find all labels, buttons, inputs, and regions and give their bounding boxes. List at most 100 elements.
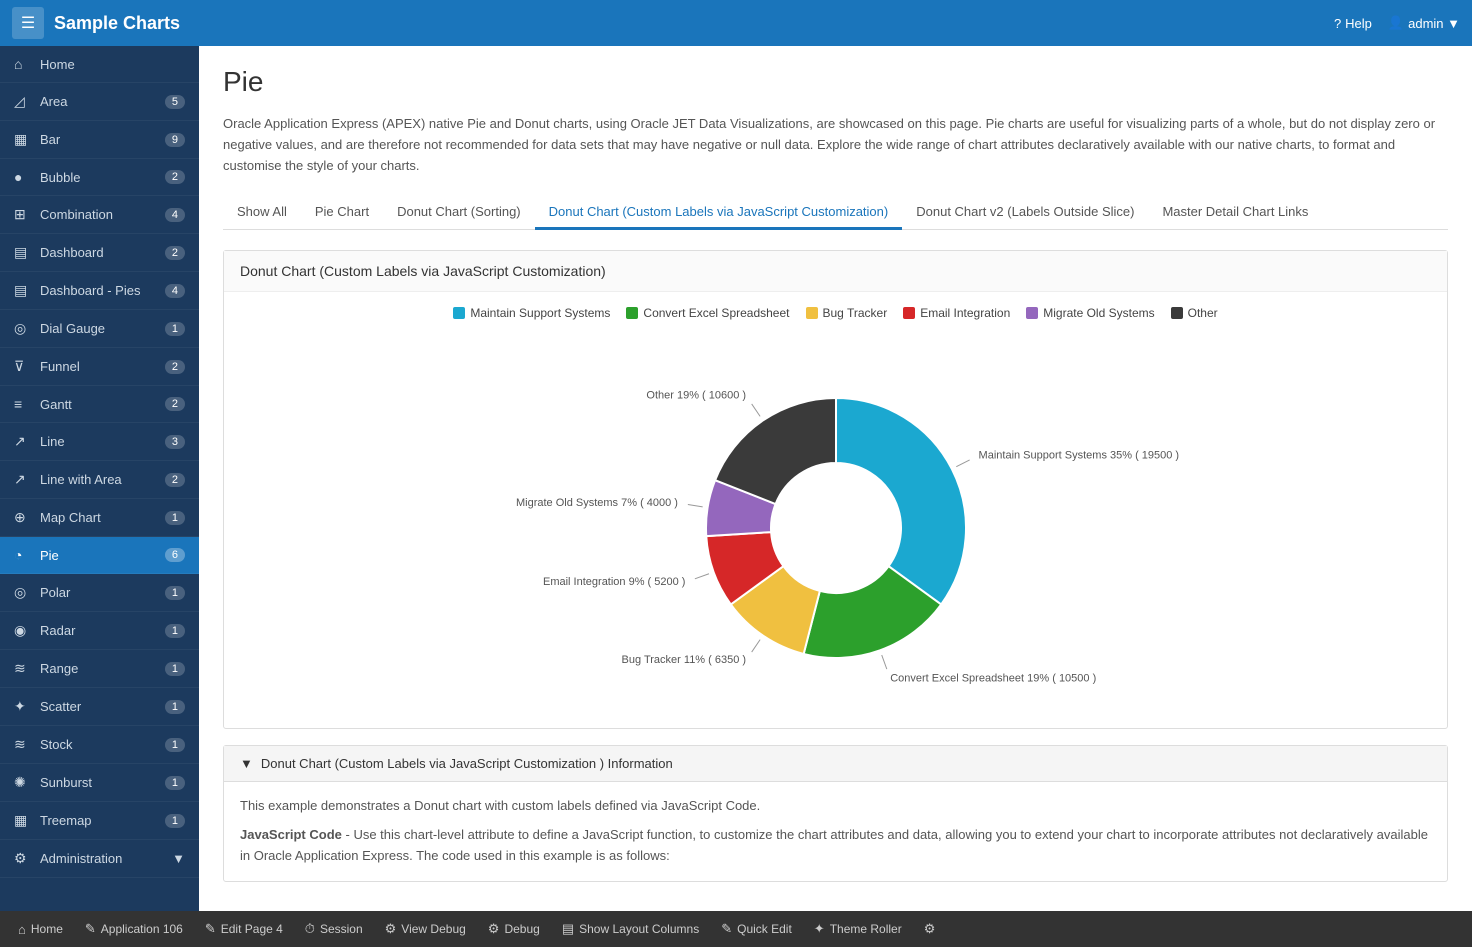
info-section: ▼ Donut Chart (Custom Labels via JavaScr… xyxy=(223,745,1448,881)
legend-swatch xyxy=(806,307,818,319)
help-link[interactable]: ? Help xyxy=(1334,16,1372,31)
sidebar-item-gantt[interactable]: ≡Gantt2 xyxy=(0,386,199,423)
app-title: Sample Charts xyxy=(54,13,1334,34)
edit-page-icon: ✎ xyxy=(205,921,216,937)
home-icon: ⌂ xyxy=(14,56,32,72)
debug-icon: ⚙ xyxy=(488,921,500,937)
tab-show-all[interactable]: Show All xyxy=(223,196,301,230)
line-with-area-icon: ↗ xyxy=(14,471,32,488)
sidebar-badge-area: 5 xyxy=(165,95,185,109)
tab-donut-sorting[interactable]: Donut Chart (Sorting) xyxy=(383,196,535,230)
sidebar-badge-line-with-area: 2 xyxy=(165,473,185,487)
sidebar-badge-treemap: 1 xyxy=(165,814,185,828)
sidebar-badge-dashboard: 2 xyxy=(165,246,185,260)
sidebar-item-dashboard[interactable]: ▤Dashboard2 xyxy=(0,234,199,272)
chart-legend: Maintain Support SystemsConvert Excel Sp… xyxy=(224,292,1447,328)
sidebar-item-sunburst[interactable]: ✺Sunburst1 xyxy=(0,764,199,802)
sidebar-item-dial-gauge[interactable]: ◎Dial Gauge1 xyxy=(0,310,199,348)
sidebar-badge-scatter: 1 xyxy=(165,700,185,714)
sidebar-item-bubble[interactable]: ●Bubble2 xyxy=(0,159,199,196)
sidebar-label-map-chart: Map Chart xyxy=(40,510,165,525)
tab-pie-chart[interactable]: Pie Chart xyxy=(301,196,383,230)
sidebar-label-funnel: Funnel xyxy=(40,359,165,374)
bottom-btn-session[interactable]: ⏱Session xyxy=(295,917,373,941)
info-header[interactable]: ▼ Donut Chart (Custom Labels via JavaScr… xyxy=(224,746,1447,782)
sidebar-item-range[interactable]: ≋Range1 xyxy=(0,650,199,688)
donut-label-0: Maintain Support Systems 35% ( 19500 ) xyxy=(978,450,1179,462)
bottom-btn-settings[interactable]: ⚙ xyxy=(914,917,946,941)
stock-icon: ≋ xyxy=(14,736,32,753)
sidebar-badge-funnel: 2 xyxy=(165,360,185,374)
bottom-btn-application[interactable]: ✎Application 106 xyxy=(75,917,193,941)
legend-item: Convert Excel Spreadsheet xyxy=(626,306,789,320)
bottom-btn-show-layout[interactable]: ▤Show Layout Columns xyxy=(552,917,709,941)
sidebar-item-map-chart[interactable]: ⊕Map Chart1 xyxy=(0,499,199,537)
sidebar-item-combination[interactable]: ⊞Combination4 xyxy=(0,196,199,234)
tab-donut-custom[interactable]: Donut Chart (Custom Labels via JavaScrip… xyxy=(535,196,903,230)
bottom-btn-home[interactable]: ⌂Home xyxy=(8,918,73,941)
sidebar-item-treemap[interactable]: ▦Treemap1 xyxy=(0,802,199,840)
sidebar-badge-combination: 4 xyxy=(165,208,185,222)
menu-button[interactable]: ☰ xyxy=(12,7,44,39)
sidebar-label-administration: Administration xyxy=(40,851,172,866)
map-chart-icon: ⊕ xyxy=(14,509,32,526)
dashboard-icon: ▤ xyxy=(14,244,32,261)
content-area: Pie Oracle Application Express (APEX) na… xyxy=(199,46,1472,911)
donut-slice-0[interactable] xyxy=(836,398,966,604)
donut-chart-svg: Maintain Support Systems 35% ( 19500 )Co… xyxy=(576,348,1096,708)
bottom-btn-view-debug[interactable]: ⚙View Debug xyxy=(375,917,476,941)
sidebar-item-line[interactable]: ↗Line3 xyxy=(0,423,199,461)
header-actions: ? Help 👤 admin ▼ xyxy=(1334,15,1460,31)
sidebar-item-home[interactable]: ⌂ Home xyxy=(0,46,199,83)
donut-label-1: Convert Excel Spreadsheet 19% ( 10500 ) xyxy=(890,673,1096,685)
sidebar-item-line-with-area[interactable]: ↗Line with Area2 xyxy=(0,461,199,499)
sidebar-badge-polar: 1 xyxy=(165,586,185,600)
sidebar-badge-gantt: 2 xyxy=(165,397,185,411)
bottom-btn-quick-edit[interactable]: ✎Quick Edit xyxy=(711,917,802,941)
bottom-btn-debug[interactable]: ⚙Debug xyxy=(478,917,550,941)
sidebar: ⌂Home◿Area5▦Bar9●Bubble2⊞Combination4▤Da… xyxy=(0,46,199,911)
polar-icon: ◎ xyxy=(14,584,32,601)
legend-item: Bug Tracker xyxy=(806,306,888,320)
donut-label-2: Bug Tracker 11% ( 6350 ) xyxy=(621,655,746,667)
sidebar-item-dashboard-pies[interactable]: ▤Dashboard - Pies4 xyxy=(0,272,199,310)
sidebar-label-home: Home xyxy=(40,57,185,72)
sidebar-badge-line: 3 xyxy=(165,435,185,449)
hamburger-icon: ☰ xyxy=(21,13,35,33)
tab-master-detail[interactable]: Master Detail Chart Links xyxy=(1148,196,1322,230)
admin-link[interactable]: 👤 admin ▼ xyxy=(1388,15,1460,31)
sidebar-label-bubble: Bubble xyxy=(40,170,165,185)
sidebar-item-radar[interactable]: ◉Radar1 xyxy=(0,612,199,650)
chart-header: Donut Chart (Custom Labels via JavaScrip… xyxy=(224,251,1447,292)
sidebar-badge-range: 1 xyxy=(165,662,185,676)
bottom-bar: ⌂Home✎Application 106✎Edit Page 4⏱Sessio… xyxy=(0,911,1472,947)
settings-icon: ⚙ xyxy=(924,921,936,937)
sidebar-label-range: Range xyxy=(40,661,165,676)
sidebar-label-area: Area xyxy=(40,94,165,109)
sidebar-item-administration[interactable]: ⚙Administration▼ xyxy=(0,840,199,878)
sidebar-badge-sunburst: 1 xyxy=(165,776,185,790)
sidebar-item-polar[interactable]: ◎Polar1 xyxy=(0,574,199,612)
application-icon: ✎ xyxy=(85,921,96,937)
sidebar-item-scatter[interactable]: ✦Scatter1 xyxy=(0,688,199,726)
sidebar-item-bar[interactable]: ▦Bar9 xyxy=(0,121,199,159)
legend-label: Convert Excel Spreadsheet xyxy=(643,306,789,320)
sidebar-label-stock: Stock xyxy=(40,737,165,752)
sidebar-item-funnel[interactable]: ⊽Funnel2 xyxy=(0,348,199,386)
tab-donut-v2[interactable]: Donut Chart v2 (Labels Outside Slice) xyxy=(902,196,1148,230)
line-icon: ↗ xyxy=(14,433,32,450)
sunburst-icon: ✺ xyxy=(14,774,32,791)
bottom-btn-edit-page[interactable]: ✎Edit Page 4 xyxy=(195,917,293,941)
bottom-btn-theme-roller[interactable]: ✦Theme Roller xyxy=(804,917,912,941)
theme-roller-icon: ✦ xyxy=(814,921,825,937)
sidebar-badge-stock: 1 xyxy=(165,738,185,752)
bottom-btn-label-session: Session xyxy=(320,922,363,936)
bar-icon: ▦ xyxy=(14,131,32,148)
view-debug-icon: ⚙ xyxy=(385,921,397,937)
sidebar-item-area[interactable]: ◿Area5 xyxy=(0,83,199,121)
page-title: Pie xyxy=(223,66,1448,98)
sidebar-item-pie[interactable]: ◔Pie6 xyxy=(0,537,199,574)
sidebar-item-stock[interactable]: ≋ Stock1 xyxy=(0,726,199,764)
donut-slice-5[interactable] xyxy=(715,398,836,504)
pie-icon: ◔ xyxy=(14,547,32,563)
